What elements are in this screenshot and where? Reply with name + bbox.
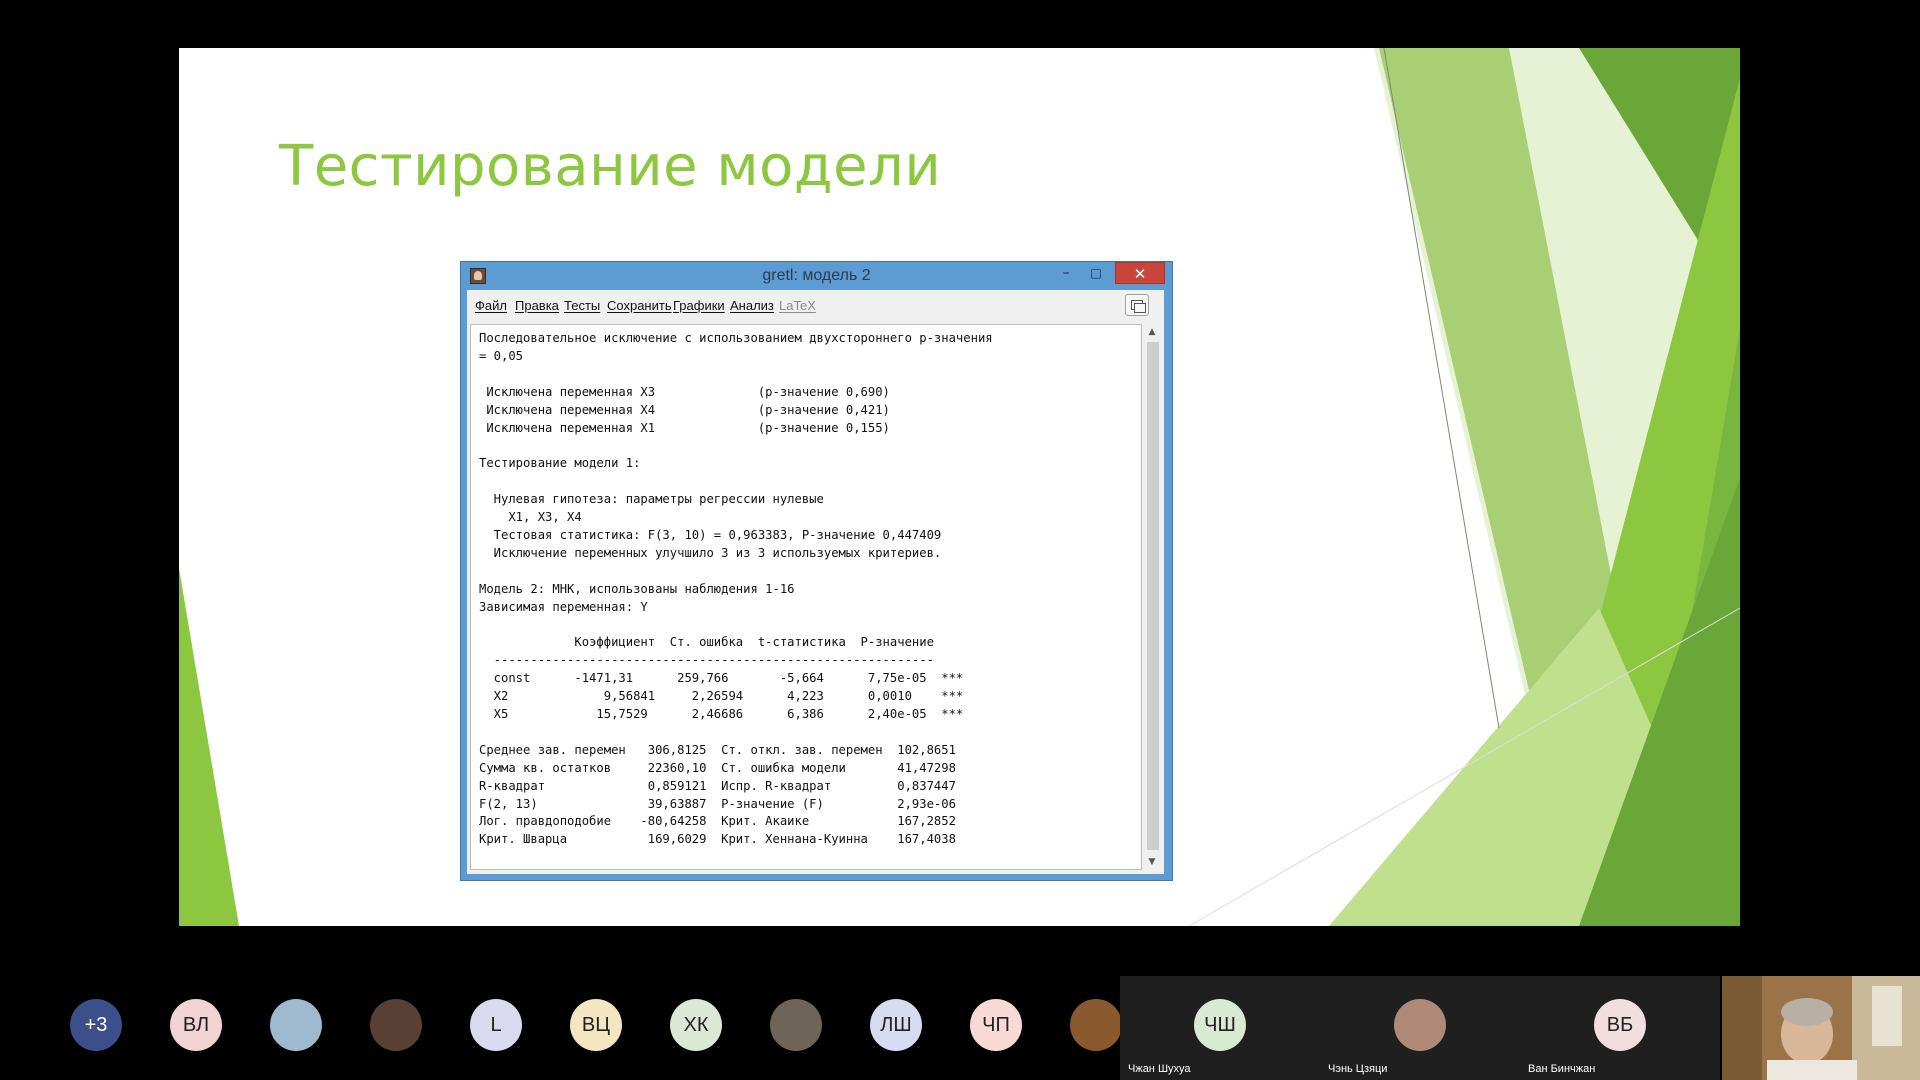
participant-tile-named[interactable]: Чэнь Цзяци xyxy=(1320,976,1520,1080)
copy-window-icon[interactable] xyxy=(1125,294,1149,316)
window-titlebar[interactable]: gretl: модель 2 – □ ✕ xyxy=(461,262,1172,290)
avatar: ХК xyxy=(670,999,722,1051)
close-button[interactable]: ✕ xyxy=(1115,262,1165,284)
gretl-model-window: gretl: модель 2 – □ ✕ Файл Правка Тесты … xyxy=(460,261,1173,881)
participant-tile-named[interactable]: ВБ Ван Бинчжан xyxy=(1520,976,1720,1080)
avatar-photo xyxy=(370,999,422,1051)
avatar: ЧП xyxy=(970,999,1022,1051)
menu-bar: Файл Правка Тесты Сохранить Графики Анал… xyxy=(467,290,1164,320)
menu-graphs[interactable]: Графики xyxy=(673,298,725,313)
avatar-photo xyxy=(270,999,322,1051)
model-output-lines: Последовательное исключение с использова… xyxy=(479,331,993,847)
scroll-up-icon[interactable]: ▲ xyxy=(1143,324,1161,340)
menu-latex: LaTeX xyxy=(779,298,816,313)
window-client-area: Файл Правка Тесты Сохранить Графики Анал… xyxy=(467,290,1164,874)
menu-edit[interactable]: Правка xyxy=(515,298,559,313)
menu-tests[interactable]: Тесты xyxy=(564,298,600,313)
avatar: ВБ xyxy=(1594,999,1646,1051)
avatar-photo xyxy=(1070,999,1122,1051)
participant-name: Ван Бинчжан xyxy=(1528,1063,1596,1075)
avatar-photo xyxy=(1394,999,1446,1051)
menu-file[interactable]: Файл xyxy=(475,298,507,313)
menu-save[interactable]: Сохранить xyxy=(607,298,672,313)
participants-strip: +3 ВЛ L ВЦ ХК ЛШ ЧП ЧШ Чжан Шухуа Чэнь Ц… xyxy=(0,976,1920,1080)
avatar: ЧШ xyxy=(1194,999,1246,1051)
speaker-video-tile[interactable] xyxy=(1722,976,1920,1080)
speaker-video-frame xyxy=(1722,976,1920,1080)
avatar-photo xyxy=(770,999,822,1051)
presentation-slide: Тестирование модели gretl: модель 2 – □ … xyxy=(179,48,1740,926)
avatar: ВЛ xyxy=(170,999,222,1051)
slide-title: Тестирование модели xyxy=(279,134,942,199)
avatar: L xyxy=(470,999,522,1051)
participant-name: Чжан Шухуа xyxy=(1128,1063,1191,1075)
participant-tile-named[interactable]: ЧШ Чжан Шухуа xyxy=(1120,976,1320,1080)
scrollbar-thumb[interactable] xyxy=(1147,342,1159,850)
model-output-text[interactable]: Последовательное исключение с использова… xyxy=(470,324,1142,870)
avatar: +3 xyxy=(70,999,122,1051)
minimize-button[interactable]: – xyxy=(1051,262,1081,284)
scroll-down-icon[interactable]: ▼ xyxy=(1143,854,1161,870)
vertical-scrollbar[interactable]: ▲ ▼ xyxy=(1143,324,1161,870)
avatar: ЛШ xyxy=(870,999,922,1051)
menu-analysis[interactable]: Анализ xyxy=(730,298,774,313)
avatar: ВЦ xyxy=(570,999,622,1051)
participant-name: Чэнь Цзяци xyxy=(1328,1063,1388,1075)
maximize-button[interactable]: □ xyxy=(1081,262,1111,284)
